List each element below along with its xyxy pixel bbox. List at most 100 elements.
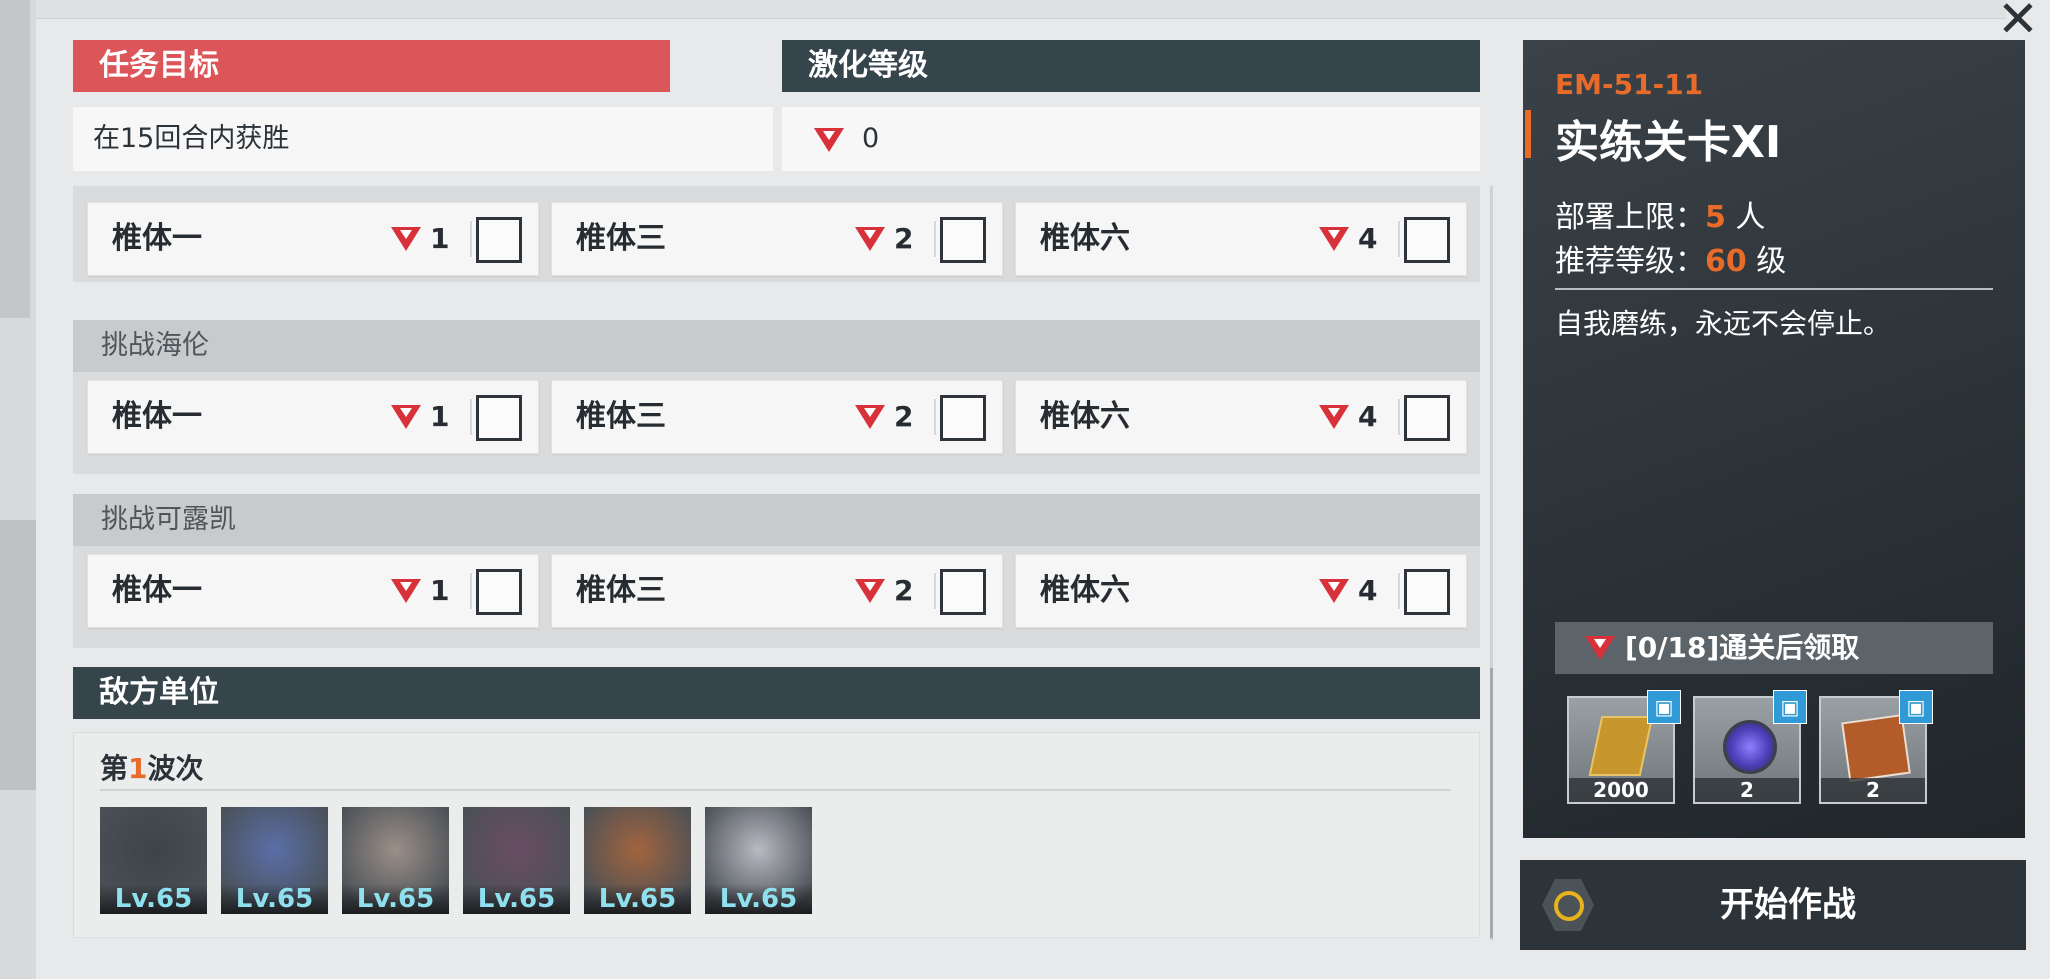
option-label: 椎体一 <box>112 573 202 608</box>
divider <box>1398 221 1400 257</box>
option-value: 1 <box>430 400 450 433</box>
gift-icon: ▣ <box>1647 690 1681 724</box>
challenge-option[interactable]: 椎体三 2 <box>551 380 1003 454</box>
option-checkbox[interactable] <box>476 569 522 615</box>
reward-count: 2000 <box>1569 778 1673 802</box>
enemy-portrait[interactable]: Lv.65 <box>705 807 812 914</box>
divider <box>470 399 472 435</box>
challenge-group-title: 挑战可露凯 <box>73 494 1480 546</box>
challenge-group-title: 挑战海伦 <box>73 320 1480 372</box>
option-value: 4 <box>1358 574 1378 607</box>
intensity-triangle-icon <box>1319 227 1349 251</box>
option-label: 椎体六 <box>1040 399 1130 434</box>
option-value: 4 <box>1358 222 1378 255</box>
deploy-limit-value: 5 <box>1705 200 1726 235</box>
reward-count: 2 <box>1695 778 1799 802</box>
recommended-level-value: 60 <box>1705 244 1747 279</box>
reward-item[interactable]: ▣ 2 <box>1693 690 1807 804</box>
enemy-level: Lv.65 <box>584 884 691 914</box>
reward-item[interactable]: ▣ 2000 <box>1567 690 1681 804</box>
challenge-option[interactable]: 椎体一 1 <box>87 380 539 454</box>
option-label: 椎体三 <box>576 399 666 434</box>
challenge-option-row: 椎体一 1 椎体三 2 椎体六 4 <box>73 372 1480 474</box>
background-left-strip <box>0 0 30 318</box>
option-checkbox[interactable] <box>1404 217 1450 263</box>
intensity-triangle-icon <box>1585 636 1615 660</box>
deploy-limit: 部署上限：5 人 <box>1555 192 1765 236</box>
option-value: 1 <box>430 222 450 255</box>
divider <box>1398 399 1400 435</box>
wave-divider <box>100 789 1451 791</box>
option-checkbox[interactable] <box>940 395 986 441</box>
option-label: 椎体一 <box>112 399 202 434</box>
gift-icon: ▣ <box>1899 690 1933 724</box>
intensity-triangle-icon <box>391 227 421 251</box>
recommended-level-unit: 级 <box>1746 244 1787 279</box>
enemy-level: Lv.65 <box>100 884 207 914</box>
enemy-level: Lv.65 <box>463 884 570 914</box>
option-value: 4 <box>1358 400 1378 433</box>
divider <box>1398 573 1400 609</box>
stage-title: 实练关卡XI <box>1555 117 1782 168</box>
challenge-option[interactable]: 椎体一 1 <box>87 554 539 628</box>
option-value: 2 <box>894 400 914 433</box>
divider <box>934 221 936 257</box>
wave-label: 第1波次 <box>100 747 204 787</box>
option-checkbox[interactable] <box>476 395 522 441</box>
option-checkbox[interactable] <box>940 217 986 263</box>
deploy-limit-unit: 人 <box>1725 200 1766 235</box>
background-left-strip-lower <box>0 520 36 790</box>
challenge-list[interactable]: 椎体一 1 椎体三 2 椎体六 4 挑战海伦 椎体一 1 椎体三 2 椎体六 4… <box>73 186 1480 652</box>
option-checkbox[interactable] <box>476 217 522 263</box>
option-checkbox[interactable] <box>940 569 986 615</box>
option-value: 2 <box>894 222 914 255</box>
deploy-limit-label: 部署上限： <box>1555 200 1705 235</box>
objective-condition-text: 在15回合内获胜 <box>93 123 290 154</box>
option-value: 2 <box>894 574 914 607</box>
intensity-value: 0 <box>862 123 880 154</box>
intensity-triangle-icon <box>1319 579 1349 603</box>
recommended-level-label: 推荐等级： <box>1555 244 1705 279</box>
crystal-core-icon <box>1723 720 1777 774</box>
scrollbar-thumb[interactable] <box>1490 668 1493 938</box>
option-label: 椎体六 <box>1040 221 1130 256</box>
divider <box>470 573 472 609</box>
info-divider <box>1555 288 1993 290</box>
intensity-triangle-icon <box>391 579 421 603</box>
reward-item[interactable]: ▣ 2 <box>1819 690 1933 804</box>
start-battle-button[interactable]: 开始作战 <box>1520 860 2026 950</box>
challenge-option[interactable]: 椎体三 2 <box>551 554 1003 628</box>
reward-banner: [0/18]通关后领取 <box>1555 622 1993 674</box>
divider <box>934 399 936 435</box>
challenge-option[interactable]: 椎体六 4 <box>1015 202 1467 276</box>
intensity-triangle-icon <box>814 127 844 152</box>
challenge-option[interactable]: 椎体一 1 <box>87 202 539 276</box>
enemy-portrait[interactable]: Lv.65 <box>100 807 207 914</box>
objective-header: 任务目标 <box>73 40 670 92</box>
enemy-portrait[interactable]: Lv.65 <box>584 807 691 914</box>
option-label: 椎体一 <box>112 221 202 256</box>
enemy-units-panel: 第1波次 Lv.65 Lv.65 Lv.65 Lv.65 Lv.65 Lv.65 <box>73 732 1480 938</box>
enemy-level: Lv.65 <box>342 884 449 914</box>
stage-description: 自我磨练，永远不会停止。 <box>1555 307 1892 340</box>
challenge-option[interactable]: 椎体三 2 <box>551 202 1003 276</box>
enemy-portrait[interactable]: Lv.65 <box>463 807 570 914</box>
enemy-portrait[interactable]: Lv.65 <box>342 807 449 914</box>
enemy-level: Lv.65 <box>221 884 328 914</box>
challenge-option[interactable]: 椎体六 4 <box>1015 380 1467 454</box>
stage-code: EM-51-11 <box>1555 68 1704 101</box>
enemy-portrait[interactable]: Lv.65 <box>221 807 328 914</box>
intensity-triangle-icon <box>855 227 885 251</box>
enemy-units-header: 敌方单位 <box>73 667 1480 719</box>
intensity-triangle-icon <box>855 405 885 429</box>
challenge-option-row: 椎体一 1 椎体三 2 椎体六 4 <box>73 546 1480 648</box>
option-label: 椎体三 <box>576 573 666 608</box>
challenge-group-clukay: 挑战可露凯 椎体一 1 椎体三 2 椎体六 4 <box>73 494 1480 648</box>
enemy-level: Lv.65 <box>705 884 812 914</box>
wave-prefix: 第 <box>100 752 129 785</box>
close-icon[interactable]: ✕ <box>1990 0 2046 44</box>
option-checkbox[interactable] <box>1404 569 1450 615</box>
option-checkbox[interactable] <box>1404 395 1450 441</box>
challenge-option[interactable]: 椎体六 4 <box>1015 554 1467 628</box>
accent-bar <box>1525 110 1531 158</box>
